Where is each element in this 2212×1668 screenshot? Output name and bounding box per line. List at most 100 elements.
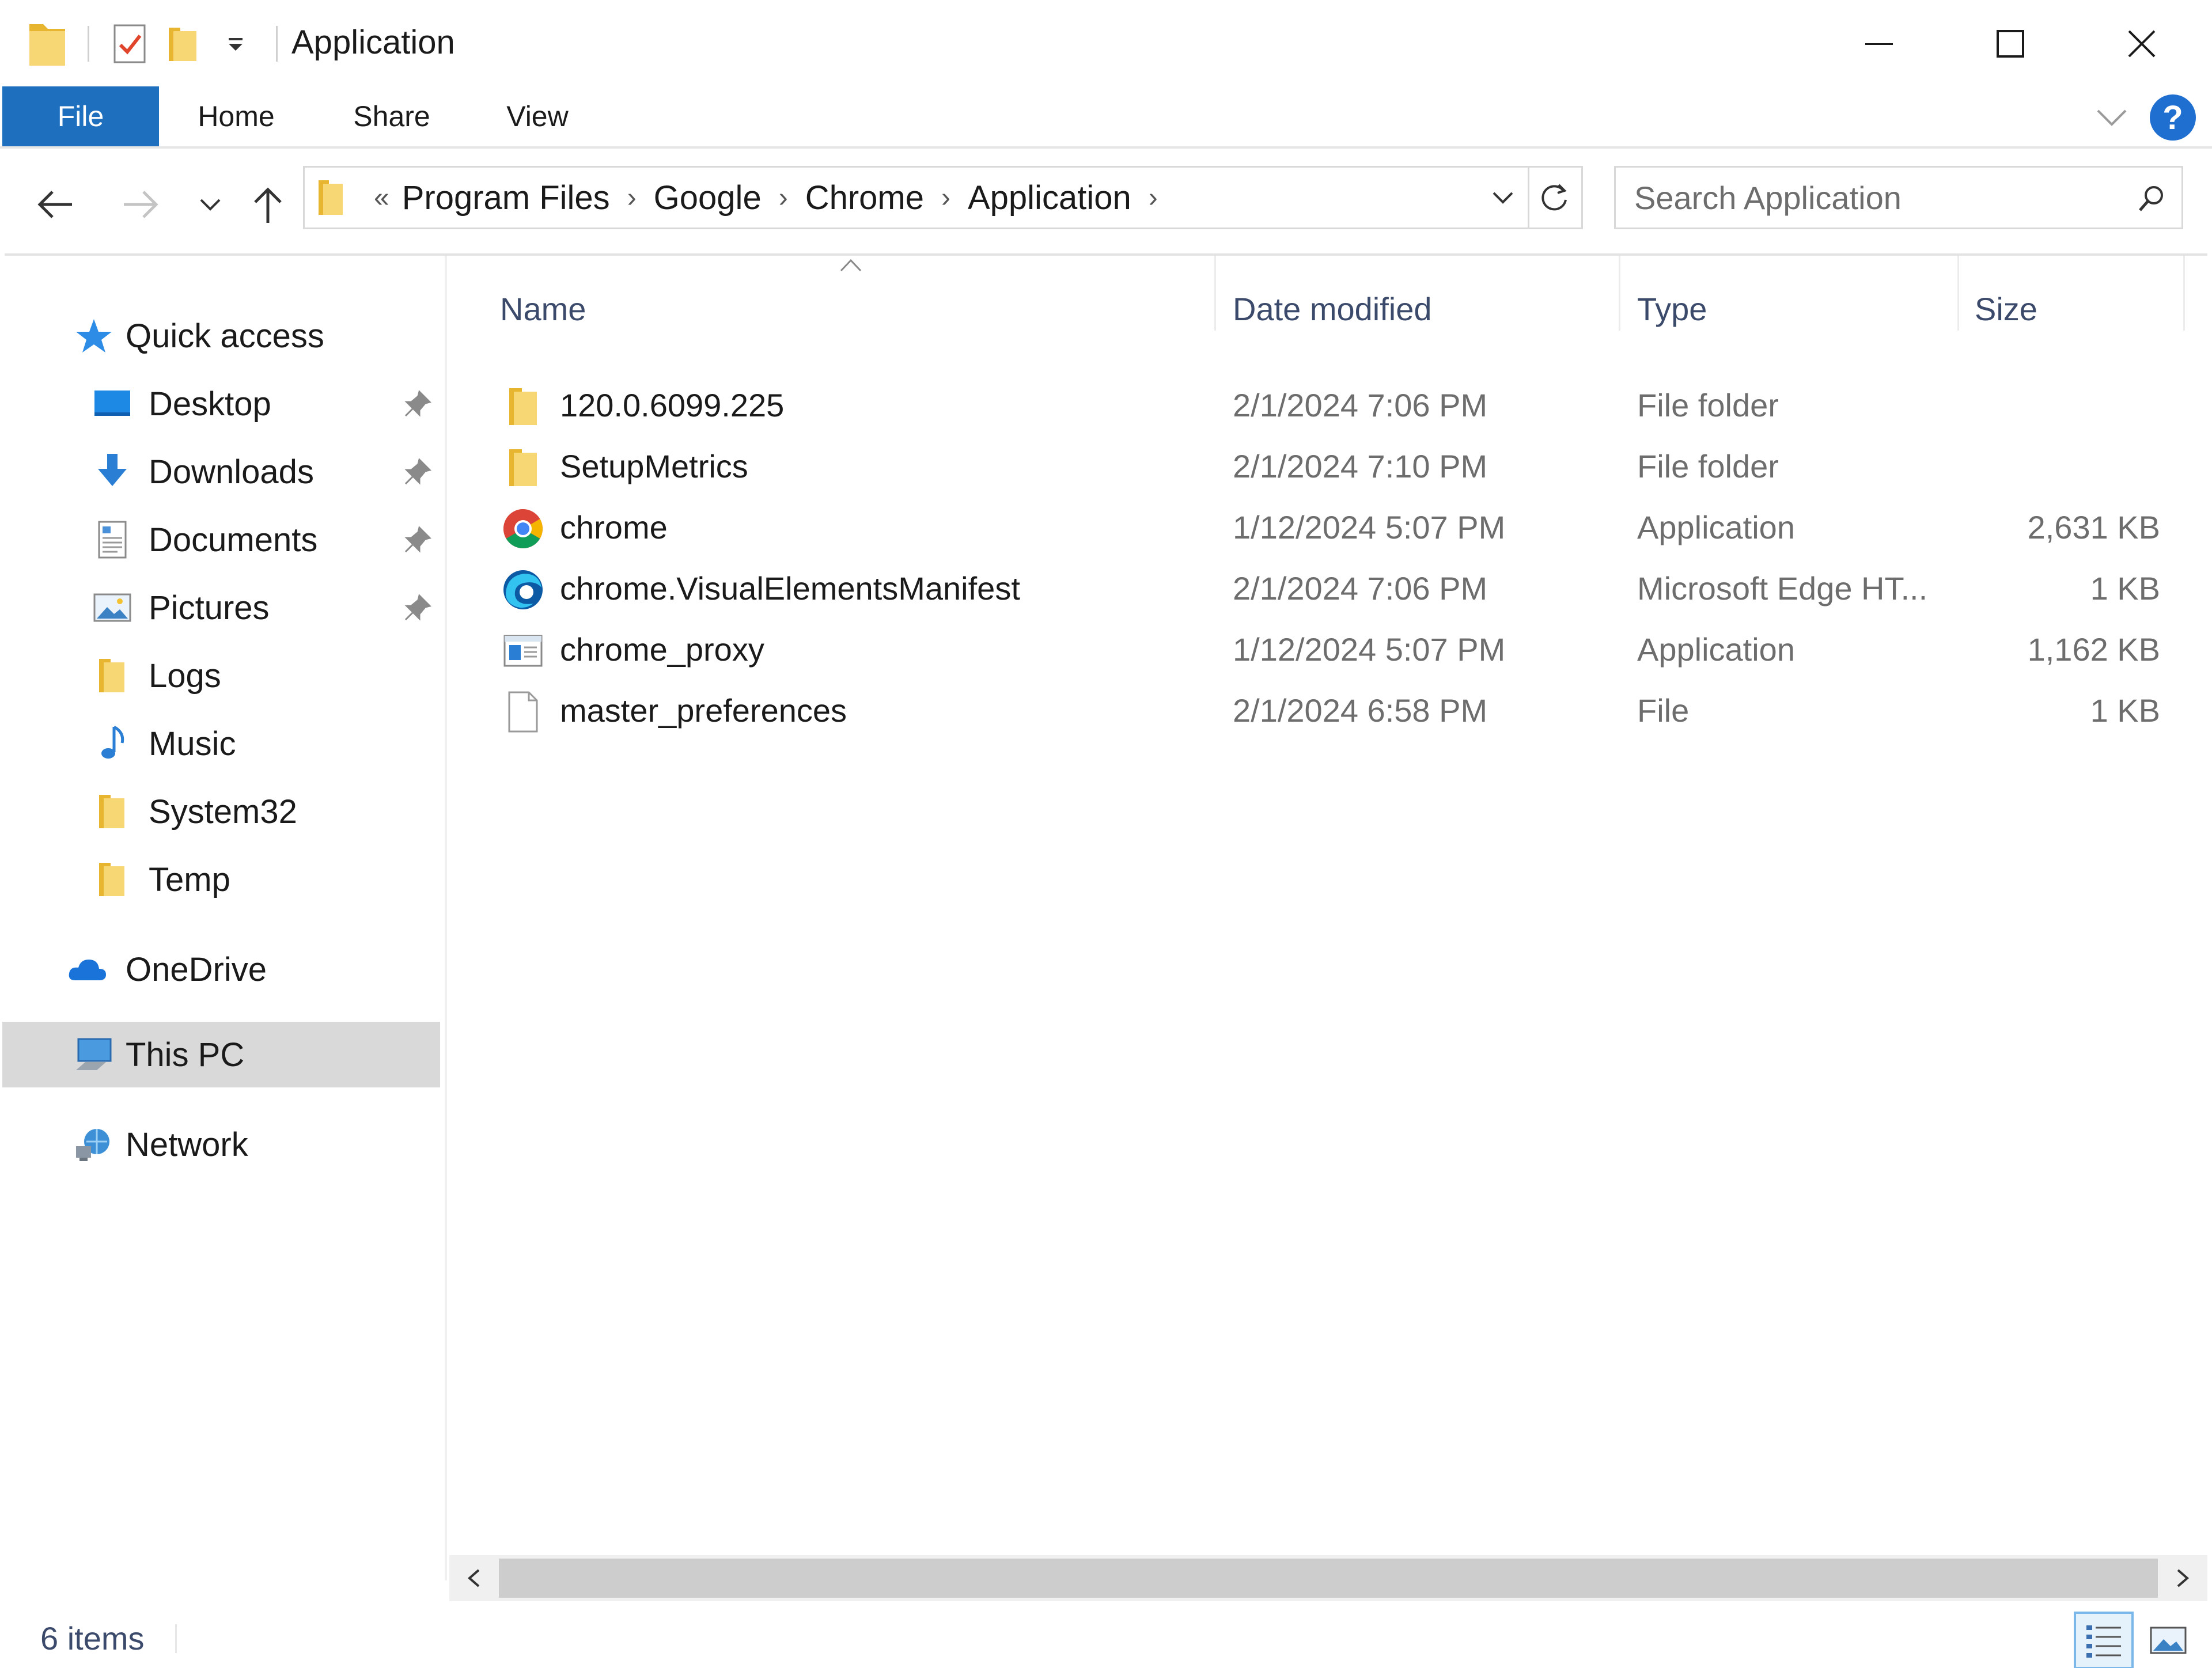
title-bar: Application <box>0 0 2212 86</box>
quick-access-toolbar <box>21 15 291 73</box>
file-row[interactable]: 120.0.6099.225 2/1/2024 7:06 PM File fol… <box>449 374 2207 435</box>
search-box[interactable] <box>1614 166 2183 229</box>
breadcrumb-application[interactable]: Application <box>968 179 1131 217</box>
pin-icon[interactable] <box>402 388 433 419</box>
pin-icon[interactable] <box>402 592 433 623</box>
ribbon: File Home Share View ? <box>0 86 2212 149</box>
sidebar-item-label: Pictures <box>149 589 270 627</box>
column-header-type[interactable]: Type <box>1637 274 1960 343</box>
breadcrumb-separator-icon[interactable]: › <box>1149 182 1158 214</box>
breadcrumb-overflow[interactable]: « <box>374 182 389 214</box>
chevron-down-icon <box>200 199 221 211</box>
sidebar-item-pictures[interactable]: Pictures <box>2 575 440 640</box>
sidebar-item-label: Quick access <box>126 317 324 355</box>
breadcrumb-separator-icon[interactable]: › <box>627 182 637 214</box>
breadcrumb-separator-icon[interactable]: › <box>779 182 788 214</box>
search-icon[interactable] <box>2135 183 2168 215</box>
sidebar-item-label: Music <box>149 725 236 763</box>
up-arrow-icon <box>254 187 282 223</box>
file-size <box>1970 435 2160 496</box>
column-divider[interactable] <box>1619 256 1620 331</box>
toolbar-divider <box>88 26 89 62</box>
file-date: 2/1/2024 7:10 PM <box>1233 448 1488 484</box>
sidebar-item-quick-access[interactable]: Quick access <box>2 303 440 369</box>
file-name: chrome.VisualElementsManifest <box>560 570 1020 606</box>
search-input[interactable] <box>1634 168 2130 228</box>
column-divider[interactable] <box>1957 256 1959 331</box>
address-folder-icon <box>316 175 351 221</box>
refresh-button[interactable] <box>1529 168 1579 228</box>
close-button[interactable] <box>2090 14 2194 74</box>
recent-locations-button[interactable] <box>179 173 242 236</box>
expand-ribbon-icon[interactable] <box>2096 106 2128 129</box>
file-date: 1/12/2024 5:07 PM <box>1233 631 1506 668</box>
breadcrumb-program-files[interactable]: Program Files <box>402 179 610 217</box>
file-row[interactable]: chrome.VisualElementsManifest 2/1/2024 7… <box>449 558 2207 619</box>
breadcrumb-separator-icon[interactable]: › <box>941 182 950 214</box>
folder-icon <box>99 863 124 896</box>
sidebar-item-system32[interactable]: System32 <box>2 779 440 844</box>
maximize-button[interactable] <box>1959 14 2062 74</box>
refresh-icon <box>1541 184 1567 211</box>
sidebar-item-temp[interactable]: Temp <box>2 847 440 912</box>
chevron-down-icon <box>1493 192 1513 204</box>
details-view-button[interactable] <box>2074 1612 2134 1668</box>
help-button[interactable]: ? <box>2150 94 2196 141</box>
tab-share[interactable]: Share <box>328 86 455 146</box>
scroll-left-button[interactable] <box>449 1555 499 1601</box>
file-row[interactable]: chrome 1/12/2024 5:07 PM Application 2,6… <box>449 496 2207 558</box>
column-header-size[interactable]: Size <box>1975 274 2194 343</box>
scrollbar-thumb[interactable] <box>499 1559 2158 1598</box>
sidebar-item-desktop[interactable]: Desktop <box>2 371 440 437</box>
customize-toolbar-icon[interactable] <box>209 17 262 70</box>
minimize-button[interactable] <box>1827 14 1931 74</box>
scroll-right-button[interactable] <box>2158 1555 2207 1601</box>
edge-icon <box>503 570 543 609</box>
star-icon <box>76 319 112 352</box>
tab-home[interactable]: Home <box>173 86 300 146</box>
properties-icon[interactable] <box>103 17 156 70</box>
large-icons-view-button[interactable] <box>2138 1612 2198 1668</box>
details-view-icon <box>2086 1625 2121 1658</box>
sidebar-item-logs[interactable]: Logs <box>2 643 440 708</box>
file-row[interactable]: SetupMetrics 2/1/2024 7:10 PM File folde… <box>449 435 2207 496</box>
pin-icon[interactable] <box>402 456 433 487</box>
column-header-name[interactable]: Name <box>500 274 1191 343</box>
horizontal-scrollbar[interactable] <box>449 1555 2207 1601</box>
address-history-button[interactable] <box>1478 168 1528 228</box>
status-bar: 6 items <box>0 1607 2212 1668</box>
sidebar-item-onedrive[interactable]: OneDrive <box>2 937 440 1002</box>
file-date: 2/1/2024 7:06 PM <box>1233 570 1488 606</box>
back-button[interactable] <box>23 173 86 236</box>
breadcrumb-chrome[interactable]: Chrome <box>805 179 924 217</box>
back-arrow-icon <box>37 191 72 218</box>
file-row[interactable]: master_preferences 2/1/2024 6:58 PM File… <box>449 680 2207 741</box>
file-date: 2/1/2024 6:58 PM <box>1233 692 1488 729</box>
forward-button[interactable] <box>109 173 173 236</box>
pin-icon[interactable] <box>402 524 433 555</box>
sidebar-item-network[interactable]: Network <box>2 1112 440 1177</box>
close-icon <box>2128 30 2156 58</box>
new-folder-icon[interactable] <box>156 17 209 70</box>
pictures-icon <box>93 593 131 622</box>
sidebar-item-documents[interactable]: Documents <box>2 507 440 573</box>
up-button[interactable] <box>236 173 300 236</box>
tab-view[interactable]: View <box>483 86 592 146</box>
breadcrumb-google[interactable]: Google <box>654 179 762 217</box>
sidebar-item-label: Downloads <box>149 453 314 491</box>
column-divider[interactable] <box>1214 256 1216 331</box>
folder-icon <box>509 449 537 486</box>
forward-arrow-icon <box>124 191 158 218</box>
sidebar-item-downloads[interactable]: Downloads <box>2 439 440 505</box>
column-header-date[interactable]: Date modified <box>1233 274 1624 343</box>
file-size: 1 KB <box>2090 692 2160 729</box>
file-date: 1/12/2024 5:07 PM <box>1233 509 1506 545</box>
minimize-icon <box>1865 43 1893 45</box>
sidebar-item-this-pc[interactable]: This PC <box>2 1022 440 1087</box>
sidebar-item-music[interactable]: Music <box>2 711 440 776</box>
column-divider[interactable] <box>2183 256 2185 331</box>
tab-file[interactable]: File <box>2 86 159 146</box>
file-row[interactable]: chrome_proxy 1/12/2024 5:07 PM Applicati… <box>449 619 2207 680</box>
address-bar[interactable]: « Program Files › Google › Chrome › Appl… <box>303 166 1583 229</box>
file-type: File folder <box>1637 448 1779 484</box>
